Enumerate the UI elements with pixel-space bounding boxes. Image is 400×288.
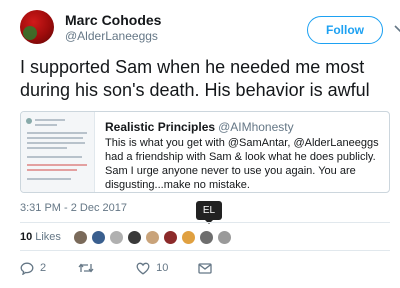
tweet-text: I supported Sam when he needed me most d…: [20, 57, 370, 100]
author-handle[interactable]: @AlderLaneeggs: [65, 29, 158, 43]
divider: [20, 222, 390, 223]
liker-avatar[interactable]: [162, 229, 178, 245]
reply-count: 2: [40, 262, 47, 274]
reply-icon: [20, 262, 34, 275]
author-name[interactable]: Marc Cohodes: [65, 12, 161, 28]
tweet-header: Marc Cohodes @AlderLaneeggs Follow: [20, 10, 400, 50]
liker-avatar[interactable]: [126, 229, 142, 245]
quoted-author-name[interactable]: Realistic Principles: [105, 120, 215, 134]
reply-button[interactable]: 2: [20, 262, 46, 275]
like-button[interactable]: 10: [136, 262, 168, 275]
likes-label[interactable]: Likes: [35, 231, 61, 243]
quoted-author-handle[interactable]: @AIMhonesty: [218, 120, 294, 134]
retweet-button[interactable]: [78, 262, 100, 274]
liker-avatar[interactable]: [72, 229, 88, 245]
author-avatar[interactable]: [20, 10, 54, 44]
liker-avatar[interactable]: [180, 229, 196, 245]
liker-avatar[interactable]: [90, 229, 106, 245]
likes-count[interactable]: 10: [20, 231, 32, 243]
chevron-down-icon[interactable]: [394, 24, 400, 34]
liker-avatars: [72, 229, 235, 245]
tweet-actions: 2 10: [20, 258, 213, 278]
retweet-icon: [78, 263, 94, 273]
quoted-author: Realistic Principles @AIMhonesty: [105, 120, 294, 134]
liker-tooltip: EL: [196, 201, 222, 224]
like-count: 10: [156, 262, 169, 274]
envelope-icon: [198, 262, 213, 274]
quoted-tweet-text: This is what you get with @SamAntar, @Al…: [105, 137, 379, 191]
likes-summary: 10 Likes: [20, 227, 235, 247]
direct-message-button[interactable]: [198, 262, 213, 274]
liker-avatar[interactable]: [108, 229, 124, 245]
divider: [20, 250, 390, 251]
heart-icon: [136, 262, 150, 275]
quoted-tweet-thumbnail: [21, 112, 95, 192]
quoted-tweet[interactable]: Realistic Principles @AIMhonesty This is …: [20, 111, 390, 193]
liker-avatar[interactable]: [216, 229, 232, 245]
follow-button[interactable]: Follow: [307, 16, 383, 44]
liker-avatar[interactable]: [144, 229, 160, 245]
tweet-timestamp[interactable]: 3:31 PM - 2 Dec 2017: [20, 202, 127, 214]
liker-avatar[interactable]: [198, 229, 214, 245]
